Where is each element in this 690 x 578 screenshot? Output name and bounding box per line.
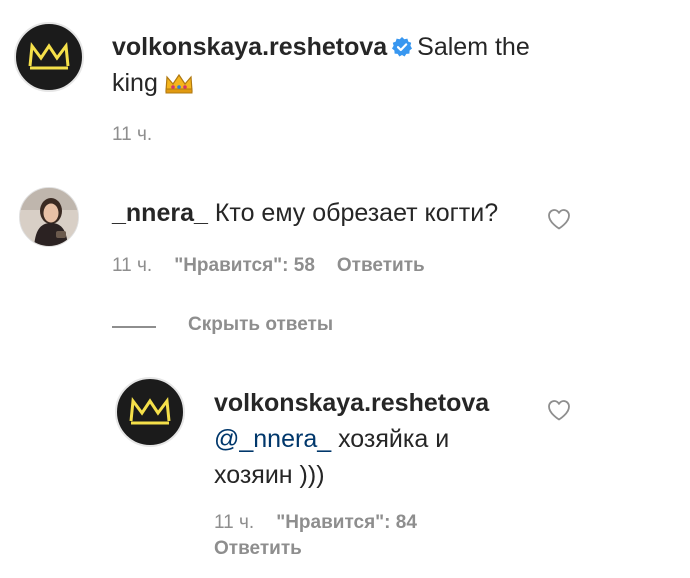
reply-username[interactable]: volkonskaya.reshetova xyxy=(214,389,489,417)
reply-time: 11 ч. xyxy=(214,512,255,533)
reply-body-line1: хозяйка и xyxy=(331,425,450,453)
heart-icon[interactable] xyxy=(547,208,571,230)
hide-replies-button[interactable]: Скрыть ответы xyxy=(188,314,333,336)
caption-text-line1: Salem the xyxy=(417,33,530,61)
comment-likes[interactable]: "Нравится": 58 xyxy=(174,255,315,276)
caption-time: 11 ч. xyxy=(112,123,152,147)
crown-logo-icon xyxy=(28,42,70,70)
caption-username[interactable]: volkonskaya.reshetova xyxy=(112,33,387,61)
caption-time-value: 11 ч. xyxy=(112,124,153,145)
profile-photo-icon xyxy=(20,188,78,246)
comment-username[interactable]: _nnera_ xyxy=(112,199,208,227)
comment-time: 11 ч. xyxy=(112,255,153,276)
reply-text: volkonskaya.reshetova @_nnera_ хозяйка и… xyxy=(214,385,544,493)
caption-text: volkonskaya.reshetova Salem the king xyxy=(112,29,552,101)
heart-icon[interactable] xyxy=(547,399,571,421)
comment-reply-button[interactable]: Ответить xyxy=(337,255,425,276)
reply-likes[interactable]: "Нравится": 84 xyxy=(276,512,417,533)
reply-reply-button[interactable]: Ответить xyxy=(214,538,302,559)
replies-divider xyxy=(112,326,156,328)
caption-text-line2: king xyxy=(112,69,158,97)
reply-mention[interactable]: @_nnera_ xyxy=(214,425,331,453)
avatar[interactable] xyxy=(14,22,84,92)
crown-icon xyxy=(165,73,193,94)
avatar[interactable] xyxy=(115,377,185,447)
verified-badge-icon xyxy=(392,37,413,57)
reply-meta: 11 ч. "Нравится": 84 xyxy=(214,511,417,535)
crown-logo-icon xyxy=(129,397,171,425)
comment-body: Кто ему обрезает когти? xyxy=(214,199,499,227)
comment-text: _nnera_ Кто ему обрезает когти? xyxy=(112,195,542,231)
reply-reply-row: Ответить xyxy=(214,537,302,561)
avatar[interactable] xyxy=(19,187,79,247)
comment-meta: 11 ч. "Нравится": 58 Ответить xyxy=(112,254,425,278)
reply-body-line2: хозяин ))) xyxy=(214,461,325,489)
